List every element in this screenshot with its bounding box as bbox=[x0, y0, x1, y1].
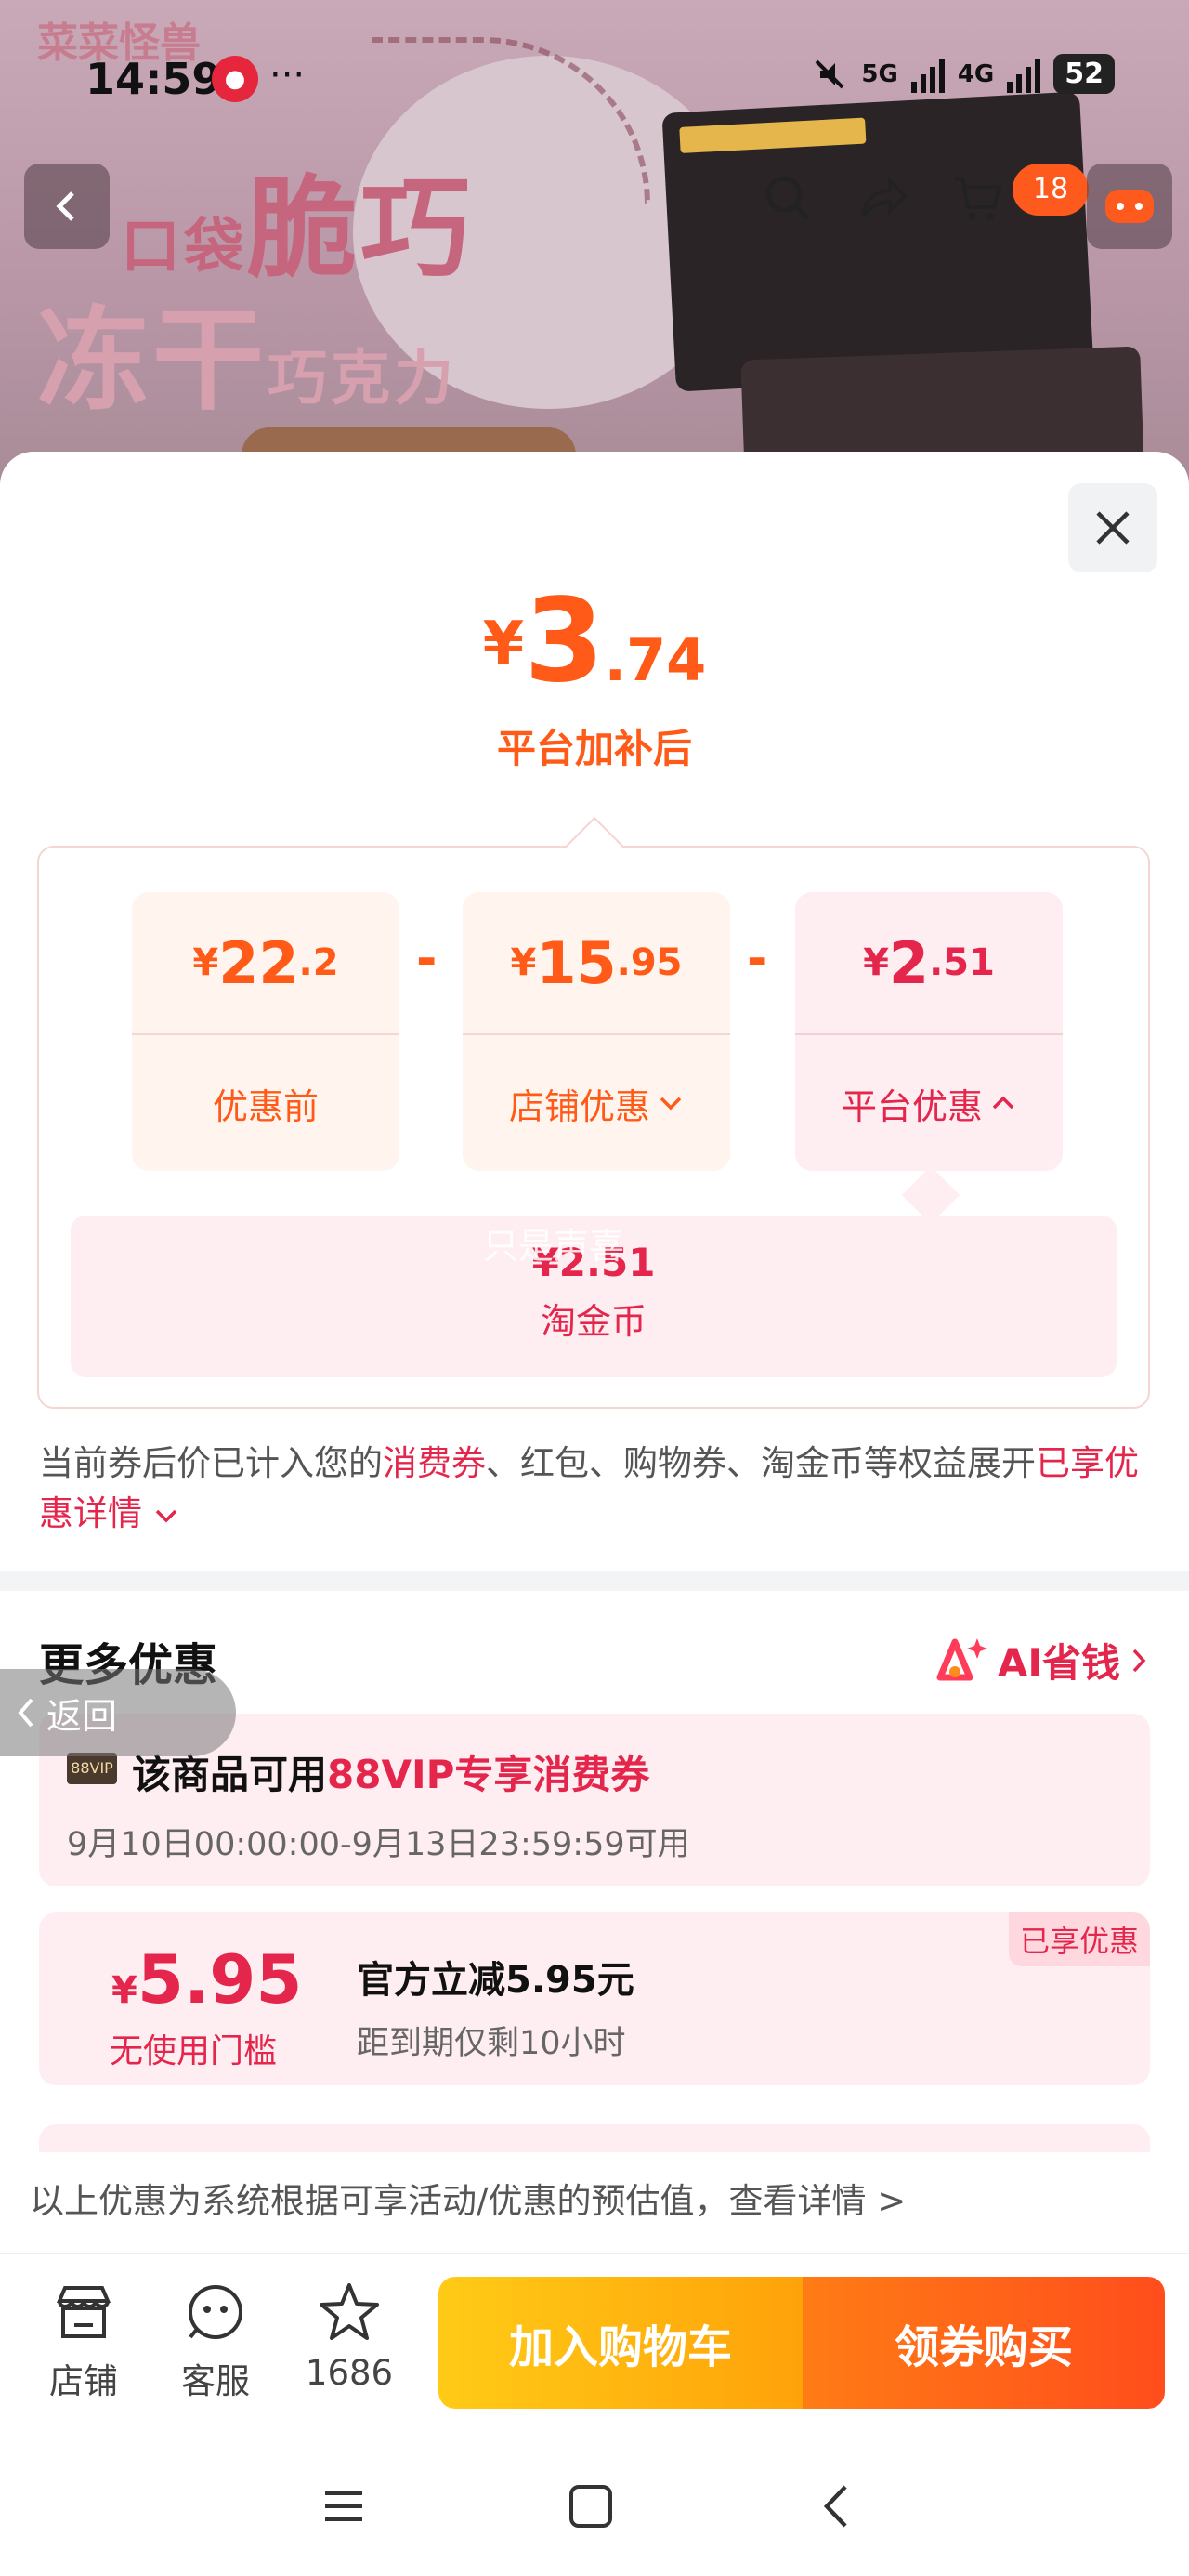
signal-icon bbox=[910, 56, 945, 93]
back-button[interactable] bbox=[24, 164, 110, 249]
close-button[interactable] bbox=[1068, 483, 1157, 572]
original-price-card: ¥22.2 优惠前 bbox=[132, 892, 399, 1171]
network-label-4g: 4G bbox=[957, 59, 995, 88]
minus-sign: - bbox=[416, 929, 438, 988]
header-actions bbox=[762, 172, 1003, 224]
battery-icon: 52 bbox=[1053, 54, 1115, 94]
share-icon[interactable] bbox=[856, 172, 908, 224]
chevron-down-icon[interactable] bbox=[153, 1506, 179, 1525]
coupon-expiry: 距到期仅剩10小时 bbox=[357, 2025, 626, 2062]
signal-icon-2 bbox=[1007, 56, 1041, 93]
add-to-cart-button[interactable]: 加入购物车 bbox=[438, 2277, 803, 2409]
chat-face-icon bbox=[189, 2285, 242, 2339]
status-bar: 14:59 ● ··· 5G 4G 52 bbox=[0, 0, 1189, 158]
discount-note: 当前券后价已计入您的消费券、红包、购物券、淘金币等权益展开已享优惠详情 bbox=[39, 1443, 1139, 1533]
cart-icon[interactable] bbox=[951, 172, 1003, 224]
watermark-text: 只是声喜 bbox=[483, 1226, 625, 1267]
final-price: ¥3.74 bbox=[0, 574, 1189, 708]
system-back-button[interactable] bbox=[799, 2474, 873, 2539]
ai-sparkle-icon bbox=[936, 1637, 987, 1680]
vip-coupon-validity: 9月10日00:00:00-9月13日23:59:59可用 bbox=[67, 1826, 690, 1863]
search-icon[interactable] bbox=[762, 172, 814, 224]
chevron-up-icon bbox=[992, 1096, 1014, 1110]
vip-badge: 88VIP bbox=[67, 1753, 117, 1784]
store-discount-card[interactable]: ¥15.95 店铺优惠 bbox=[463, 892, 730, 1171]
favorite-button[interactable]: 1686 bbox=[294, 2277, 405, 2393]
customer-service-button[interactable]: 客服 bbox=[160, 2277, 271, 2403]
price-subtitle: 平台加补后 bbox=[496, 726, 692, 771]
recent-apps-button[interactable] bbox=[307, 2474, 381, 2539]
shop-button[interactable]: 店铺 bbox=[28, 2277, 139, 2403]
chevron-left-icon bbox=[56, 191, 74, 221]
card-label: 平台优惠 bbox=[795, 1035, 1063, 1171]
status-time: 14:59 bbox=[85, 54, 222, 104]
platform-discount-card[interactable]: ¥2.51 平台优惠 bbox=[795, 892, 1063, 1171]
card-label: 店铺优惠 bbox=[463, 1035, 730, 1171]
back-triangle-icon bbox=[823, 2485, 847, 2528]
card-label: 优惠前 bbox=[212, 1085, 319, 1127]
card-value: ¥22.2 bbox=[132, 892, 399, 1035]
estimate-disclaimer-link[interactable]: 以上优惠为系统根据可享活动/优惠的预估值，查看详情 > bbox=[30, 2173, 906, 2223]
status-more-icon: ··· bbox=[269, 54, 306, 97]
section-divider bbox=[0, 1571, 1189, 1591]
card-value: ¥15.95 bbox=[463, 892, 730, 1035]
menu-icon bbox=[325, 2491, 362, 2521]
back-label: 返回 bbox=[46, 1695, 118, 1737]
mute-icon bbox=[815, 59, 844, 88]
coupon-condition: 无使用门槛 bbox=[110, 2032, 278, 2070]
store-icon bbox=[56, 2286, 111, 2338]
more-menu-button[interactable] bbox=[1087, 164, 1172, 249]
price-decimal: .74 bbox=[604, 626, 707, 694]
buy-with-coupon-button[interactable]: 领券购买 bbox=[803, 2277, 1165, 2409]
service-label: 客服 bbox=[181, 2361, 250, 2401]
shop-label: 店铺 bbox=[49, 2361, 118, 2401]
chevron-down-icon bbox=[660, 1097, 682, 1111]
next-coupon-card bbox=[39, 2124, 1150, 2152]
star-icon bbox=[320, 2283, 379, 2340]
network-label-5g: 5G bbox=[861, 59, 898, 88]
favorite-count: 1686 bbox=[305, 2353, 394, 2393]
close-icon bbox=[1096, 511, 1130, 545]
message-icon bbox=[1105, 190, 1154, 223]
coin-label: 淘金币 bbox=[540, 1301, 647, 1342]
coupon-amount: ¥5.95 bbox=[111, 1940, 303, 2018]
status-indicators: 5G 4G 52 bbox=[811, 54, 1115, 94]
card-value: ¥2.51 bbox=[795, 892, 1063, 1035]
floating-back-button[interactable]: 返回 bbox=[0, 1669, 236, 1756]
coupon-title: 官方立减5.95元 bbox=[357, 1959, 634, 2002]
minus-sign: - bbox=[747, 929, 768, 988]
price-currency: ¥ bbox=[482, 610, 525, 678]
consumer-coupon-link[interactable]: 消费券 bbox=[383, 1443, 486, 1483]
banner-title-line2: 冻干巧克力 bbox=[37, 295, 457, 426]
cart-count-badge: 18 bbox=[1013, 164, 1089, 216]
coupon-card[interactable]: 已享优惠 ¥5.95 无使用门槛 官方立减5.95元 距到期仅剩10小时 bbox=[39, 1912, 1150, 2085]
price-integer: 3 bbox=[524, 574, 605, 708]
square-icon bbox=[569, 2485, 612, 2528]
coupon-applied-badge: 已享优惠 bbox=[1008, 1912, 1150, 1966]
chevron-right-icon bbox=[1132, 1649, 1146, 1672]
taobao-app-icon: ● bbox=[212, 56, 258, 102]
chevron-left-icon bbox=[18, 1698, 33, 1728]
home-button[interactable] bbox=[554, 2474, 628, 2539]
ai-save-button[interactable]: AI省钱 bbox=[936, 1632, 1148, 1689]
